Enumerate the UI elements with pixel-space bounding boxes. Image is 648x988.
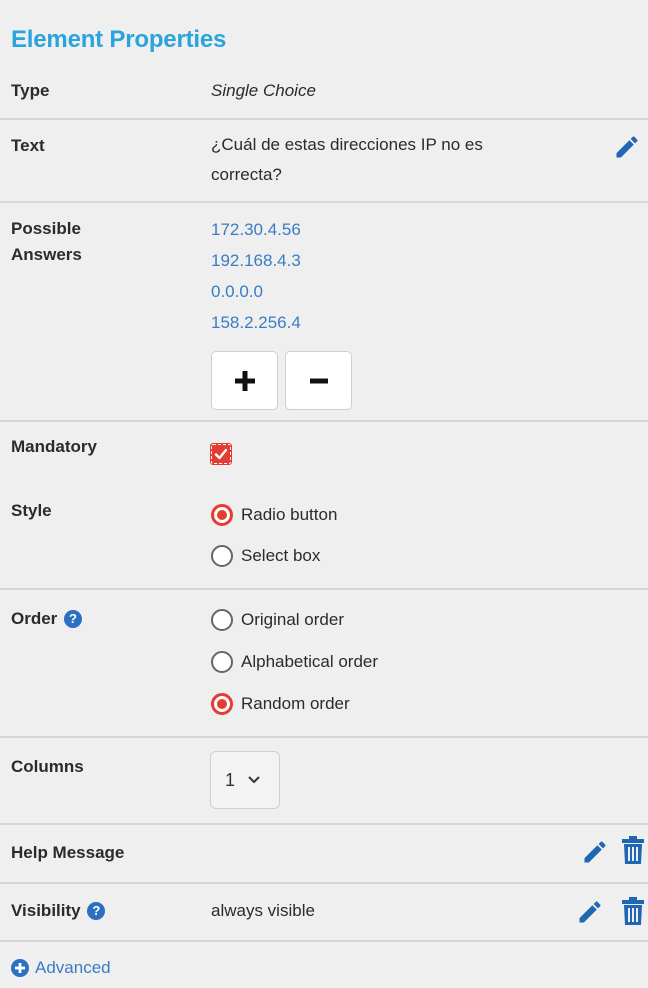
advanced-label: Advanced: [35, 958, 111, 977]
divider: [0, 420, 648, 422]
element-properties-panel: Element Properties Type Single Choice Te…: [0, 0, 648, 988]
radio-label: Alphabetical order: [241, 652, 379, 671]
text-label: Text: [11, 136, 45, 155]
answers-label: Possible Answers: [11, 216, 82, 268]
chevron-down-icon: [248, 776, 260, 784]
visibility-label: Visibility ?: [11, 898, 106, 924]
pencil-icon[interactable]: [576, 898, 604, 926]
divider: [0, 882, 648, 884]
style-option-radio-button[interactable]: Radio button: [211, 502, 337, 528]
question-circle-icon[interactable]: ?: [64, 610, 83, 628]
answer-item[interactable]: 192.168.4.3: [211, 245, 301, 276]
radio-unselected[interactable]: [211, 651, 233, 673]
columns-select[interactable]: 1: [210, 751, 280, 809]
radio-label: Original order: [241, 610, 344, 629]
order-option-original[interactable]: Original order: [211, 607, 344, 633]
question-circle-icon[interactable]: ?: [87, 902, 106, 920]
pencil-icon[interactable]: [613, 133, 641, 161]
minus-icon: [309, 378, 328, 383]
columns-label: Columns: [11, 757, 84, 776]
divider: [0, 823, 648, 825]
radio-label: Radio button: [241, 505, 338, 524]
columns-select-value: 1: [225, 769, 236, 790]
radio-unselected[interactable]: [211, 545, 233, 567]
divider: [0, 201, 648, 203]
radio-label: Select box: [241, 546, 321, 565]
divider: [0, 736, 648, 738]
style-label: Style: [11, 501, 52, 520]
pencil-icon[interactable]: [581, 838, 609, 866]
divider: [0, 118, 648, 120]
plus-icon: [234, 370, 255, 391]
visibility-label-text: Visibility: [11, 901, 81, 920]
order-option-random[interactable]: Random order: [211, 691, 350, 717]
advanced-toggle[interactable]: Advanced: [11, 955, 648, 981]
answer-item[interactable]: 172.30.4.56: [211, 214, 301, 245]
mandatory-checkbox[interactable]: [210, 443, 232, 465]
order-label: Order ?: [11, 606, 83, 632]
help-message-label: Help Message: [11, 843, 125, 862]
visibility-value: always visible: [211, 901, 315, 920]
radio-selected[interactable]: [211, 504, 233, 526]
trash-icon[interactable]: [621, 835, 645, 865]
radio-selected[interactable]: [211, 693, 233, 715]
checkmark-icon: [214, 448, 228, 460]
answers-label-line: Answers: [11, 245, 82, 264]
divider: [0, 940, 648, 942]
remove-answer-button[interactable]: [285, 351, 352, 410]
question-text-line: correcta?: [211, 165, 282, 184]
question-text-line: ¿Cuál de estas direcciones IP no es: [211, 135, 483, 154]
radio-label: Random order: [241, 694, 350, 713]
type-label: Type: [11, 81, 50, 100]
question-text: ¿Cuál de estas direcciones IP no es corr…: [211, 130, 483, 190]
type-value: Single Choice: [211, 81, 316, 100]
answer-item[interactable]: 158.2.256.4: [211, 307, 301, 338]
trash-icon[interactable]: [621, 896, 645, 926]
answer-item[interactable]: 0.0.0.0: [211, 276, 301, 307]
divider: [0, 588, 648, 590]
order-option-alphabetical[interactable]: Alphabetical order: [211, 649, 378, 675]
answers-label-line: Possible: [11, 219, 81, 238]
plus-circle-icon: [11, 959, 29, 977]
panel-title: Element Properties: [11, 26, 227, 53]
add-answer-button[interactable]: [211, 351, 278, 410]
answers-list: 172.30.4.56 192.168.4.3 0.0.0.0 158.2.25…: [211, 214, 301, 338]
order-label-text: Order: [11, 609, 58, 628]
mandatory-label: Mandatory: [11, 437, 97, 456]
style-option-select-box[interactable]: Select box: [211, 543, 320, 569]
radio-unselected[interactable]: [211, 609, 233, 631]
